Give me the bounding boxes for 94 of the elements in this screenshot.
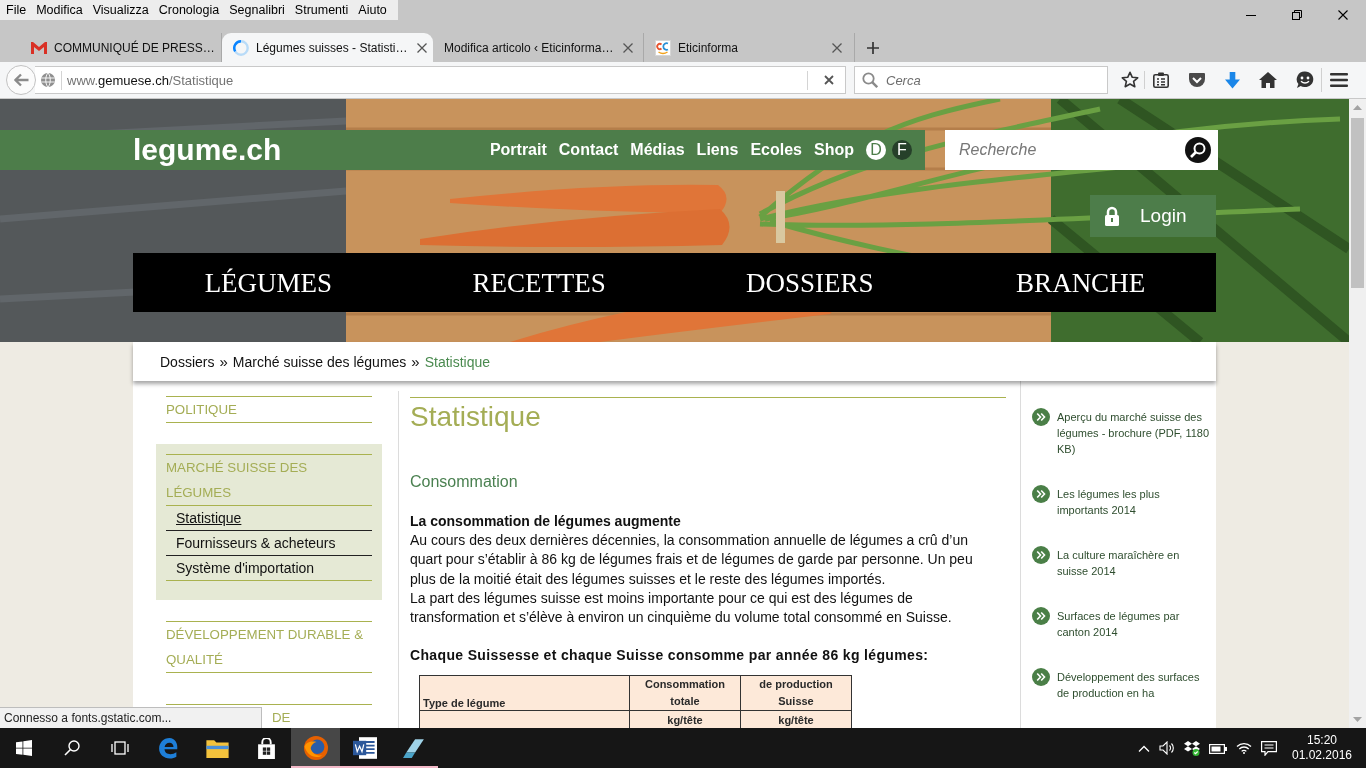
nav-link[interactable]: Portrait	[489, 141, 547, 159]
section-heading: Consommation	[410, 472, 519, 492]
menu-item[interactable]: Aiuto	[353, 0, 392, 20]
globe-icon	[41, 73, 55, 87]
related-link[interactable]: La culture maraîchère en suisse 2014	[1057, 547, 1212, 579]
breadcrumb-link[interactable]: Marché suisse des légumes	[232, 353, 407, 370]
double-chevron-icon	[1032, 668, 1050, 686]
document-icon	[352, 736, 377, 760]
shopping-bag-icon	[256, 737, 277, 759]
menu-item[interactable]: Cronologia	[153, 0, 225, 20]
windows-logo-icon	[16, 740, 32, 756]
related-link[interactable]: Développement des surfaces de production en ha	[1057, 669, 1212, 701]
back-arrow-icon	[13, 73, 29, 87]
site-logo[interactable]: legume.ch	[133, 130, 282, 170]
caret-up-icon[interactable]	[1138, 744, 1150, 752]
browser-tab[interactable]: Légumes suisses - Statisti…	[222, 33, 433, 62]
address-field[interactable]: www.gemuese.ch/Statistique	[35, 66, 846, 94]
search-button[interactable]	[1185, 137, 1211, 163]
nav-link[interactable]: Contact	[558, 141, 619, 159]
nav-link[interactable]: Shop	[814, 141, 854, 159]
message-icon[interactable]	[1261, 740, 1277, 756]
breadcrumb-separator: »	[219, 353, 228, 370]
star-icon[interactable]	[1121, 71, 1139, 89]
mail-icon	[31, 41, 47, 54]
search-icon	[862, 72, 878, 88]
loading-icon	[233, 39, 249, 56]
double-chevron-icon	[1032, 408, 1050, 426]
back-button[interactable]	[6, 65, 36, 95]
home-icon[interactable]	[1259, 72, 1277, 88]
close-icon	[623, 42, 634, 53]
chat-smiley-icon[interactable]	[1296, 71, 1314, 89]
language-button[interactable]: D	[866, 140, 886, 160]
main-menu-item[interactable]: RECETTES	[472, 266, 606, 299]
lock-icon	[1104, 206, 1120, 226]
pocket-icon[interactable]	[1188, 72, 1206, 88]
battery-icon[interactable]	[1209, 742, 1227, 754]
double-chevron-icon	[1032, 607, 1050, 625]
tile-icon	[402, 737, 425, 759]
paragraph: Au cours des deux dernières décennies, la consommation annuelle de légumes a crû d’un quart pour s’établir à 86 kg de légumes frais et de légumes de garde par personne. Un peu plus de la moitié était des légumes suisses et le reste des légumes importés.	[410, 531, 974, 589]
scrollbar-thumb[interactable]	[1351, 118, 1364, 288]
paragraph: La part des légumes suisse est moins importante pour ce qui est des légumes de transformation et s’élève à environ un cinquième du volume total consommé en Suisse.	[410, 588, 953, 628]
menu-item[interactable]: Segnalibri	[224, 0, 290, 20]
nav-link[interactable]: Médias	[630, 141, 685, 159]
close-icon	[832, 42, 842, 53]
search-icon	[1185, 137, 1211, 163]
search-icon	[64, 740, 80, 756]
nav-link[interactable]: Liens	[696, 141, 739, 159]
double-chevron-icon	[1032, 485, 1050, 503]
language-button[interactable]: F	[892, 140, 912, 160]
menu-item[interactable]: Modifica	[31, 0, 88, 20]
table-header-cell: Type de légume	[419, 676, 630, 711]
browser-globe-icon	[303, 736, 328, 760]
site-icon	[655, 39, 671, 56]
clipboard-icon[interactable]	[1153, 72, 1169, 88]
submenu-item[interactable]: Fournisseurs & acheteurs	[166, 530, 372, 555]
breadcrumb-separator: »	[411, 353, 420, 370]
breadcrumb-current: Statistique	[424, 353, 491, 370]
box-check-icon[interactable]	[1184, 740, 1200, 756]
main-menu-item[interactable]: LÉGUMES	[204, 266, 333, 299]
task-view-icon	[111, 741, 129, 755]
minimize-icon	[1246, 14, 1256, 16]
main-menu-item[interactable]: DOSSIERS	[746, 266, 874, 299]
related-link[interactable]: Les légumes les plus importants 2014	[1057, 486, 1212, 518]
search-field[interactable]: Recherche	[945, 130, 1218, 170]
status-text: Connesso a fonts.gstatic.com...	[0, 707, 262, 728]
nav-link[interactable]: Ecoles	[750, 141, 802, 159]
menu-item[interactable]: Strumenti	[289, 0, 354, 20]
page-title: Statistique	[410, 400, 542, 434]
plus-icon	[867, 41, 879, 54]
double-chevron-icon	[1032, 546, 1050, 564]
related-link[interactable]: Aperçu du marché suisse des légumes - brochure (PDF, 1180 KB)	[1057, 409, 1212, 457]
login-button[interactable]: Login	[1090, 195, 1216, 237]
related-link[interactable]: Surfaces de légumes par canton 2014	[1057, 608, 1212, 640]
menu-item[interactable]: Visualizza	[87, 0, 154, 20]
folder-icon	[206, 738, 229, 758]
speaker-icon[interactable]	[1159, 741, 1175, 755]
menu-icon[interactable]	[1330, 73, 1348, 87]
menu-item[interactable]: File	[1, 0, 32, 20]
close-icon	[417, 42, 428, 53]
browser-icon	[157, 737, 180, 759]
table-caption: Chaque Suissesse et chaque Suisse consomme par année 86 kg légumes:	[410, 646, 930, 666]
submenu-item[interactable]: Statistique	[166, 506, 372, 530]
clock-date[interactable]: 01.02.2016	[1291, 748, 1353, 763]
submenu-item[interactable]: Système d'importation	[166, 555, 372, 580]
search-field[interactable]: Cerca	[854, 66, 1108, 94]
main-menu-item[interactable]: BRANCHE	[1016, 266, 1146, 299]
download-icon[interactable]	[1225, 71, 1240, 89]
clock-time[interactable]: 15:20	[1307, 733, 1337, 748]
close-icon	[1338, 10, 1348, 20]
close-icon	[824, 75, 834, 85]
wifi-icon[interactable]	[1236, 742, 1252, 754]
breadcrumb-link[interactable]: Dossiers	[160, 353, 215, 370]
paragraph-heading: La consommation de légumes augmente	[410, 512, 682, 531]
restore-icon	[1292, 10, 1302, 20]
